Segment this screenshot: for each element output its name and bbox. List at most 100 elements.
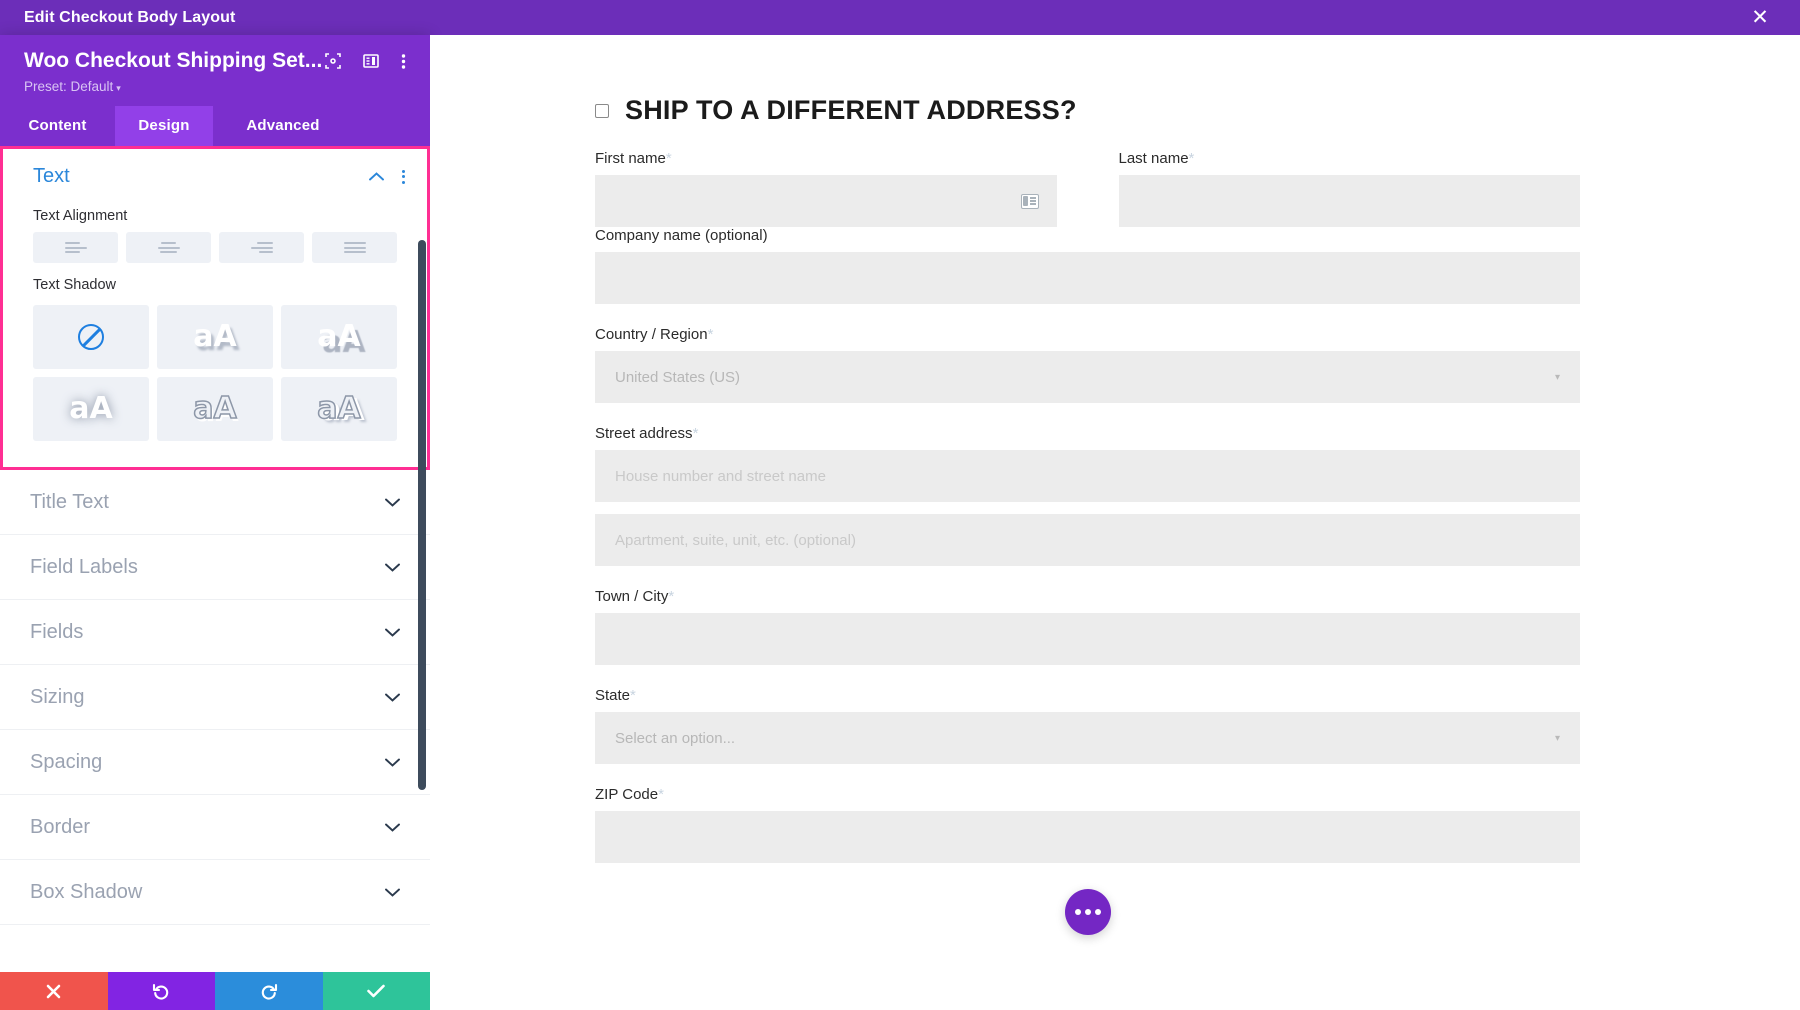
preset-label: Preset: Default	[24, 79, 114, 94]
chevron-down-icon: ▾	[1554, 732, 1560, 744]
required-mark: *	[658, 786, 664, 803]
text-group-header[interactable]: Text	[3, 149, 427, 198]
module-settings-panel: Woo Checkout Shipping Set... Preset: Def…	[0, 35, 430, 1010]
fullscreen-icon[interactable]	[325, 53, 341, 69]
section-label: Title Text	[30, 490, 109, 513]
text-shadow-preset-3[interactable]: aA	[33, 377, 149, 441]
section-title-text[interactable]: Title Text	[0, 470, 430, 535]
text-shadow-preset-none[interactable]	[33, 305, 149, 369]
align-right-icon	[250, 242, 273, 253]
align-left-button[interactable]	[33, 232, 118, 263]
save-changes-button[interactable]	[322, 972, 430, 1010]
text-shadow-label: Text Shadow	[33, 277, 117, 293]
text-shadow-preset-1[interactable]: aA	[157, 305, 273, 369]
name-row: First name* Last name*	[595, 150, 1580, 227]
state-selected-value: Select an option...	[615, 729, 736, 747]
required-mark: *	[668, 588, 675, 605]
first-name-label: First name*	[595, 150, 1057, 167]
first-name-field: First name*	[595, 150, 1057, 227]
shadow-sample-text: aA	[193, 319, 237, 354]
label-text: Country / Region	[595, 326, 708, 343]
text-alignment-options	[3, 232, 427, 267]
panel-scrollbar[interactable]	[418, 240, 426, 790]
section-fields[interactable]: Fields	[0, 600, 430, 665]
city-input[interactable]	[595, 613, 1580, 665]
company-input[interactable]	[595, 252, 1580, 304]
zip-input[interactable]	[595, 811, 1580, 863]
text-shadow-preset-5[interactable]: aA	[281, 377, 397, 441]
section-label: Sizing	[30, 685, 85, 708]
tab-content[interactable]: Content	[0, 106, 115, 146]
text-shadow-preset-2[interactable]: aA	[281, 305, 397, 369]
shadow-sample-text: aA	[69, 391, 113, 426]
align-left-icon	[64, 242, 87, 253]
align-right-button[interactable]	[219, 232, 304, 263]
align-justify-icon	[343, 242, 366, 253]
shadow-sample-text: aA	[317, 319, 361, 354]
contact-card-icon[interactable]	[1020, 193, 1039, 209]
state-label: State*	[595, 687, 1580, 704]
shadow-sample-text: aA	[317, 391, 362, 426]
settings-tabs: Content Design Advanced	[0, 106, 430, 146]
country-select[interactable]: United States (US) ▾	[595, 351, 1580, 403]
chevron-down-icon	[385, 560, 400, 575]
section-sizing[interactable]: Sizing	[0, 665, 430, 730]
undo-button[interactable]	[107, 972, 215, 1010]
first-name-input[interactable]	[595, 175, 1057, 227]
settings-sections-list: Title Text Field Labels Fields Sizing Sp…	[0, 470, 430, 1010]
more-options-icon[interactable]	[401, 53, 406, 70]
tab-advanced[interactable]: Advanced	[213, 106, 353, 146]
section-label: Border	[30, 815, 91, 838]
label-text: Last name	[1118, 150, 1189, 167]
text-group-title: Text	[33, 165, 70, 187]
chevron-down-icon	[385, 820, 400, 835]
ship-to-different-address-checkbox[interactable]	[595, 103, 609, 118]
last-name-label: Last name*	[1119, 150, 1581, 167]
window-title: Edit Checkout Body Layout	[24, 8, 236, 26]
discard-changes-button[interactable]	[0, 972, 108, 1010]
street-address-field: Street address* House number and street …	[595, 425, 1580, 566]
company-label: Company name (optional)	[595, 227, 768, 244]
label-text: Town / City	[595, 588, 669, 605]
street-address-line1-input[interactable]: House number and street name	[595, 450, 1580, 502]
label-text: State	[595, 687, 631, 704]
label-text: First name	[595, 150, 666, 167]
align-center-button[interactable]	[126, 232, 211, 263]
group-options-icon[interactable]	[402, 169, 405, 184]
chevron-down-icon	[385, 885, 400, 900]
zip-field: ZIP Code*	[595, 786, 1580, 863]
required-mark: *	[665, 150, 672, 167]
street-line2-placeholder: Apartment, suite, unit, etc. (optional)	[615, 531, 856, 549]
section-box-shadow[interactable]: Box Shadow	[0, 860, 430, 925]
text-shadow-preset-4[interactable]: aA	[157, 377, 273, 441]
street-address-line2-input[interactable]: Apartment, suite, unit, etc. (optional)	[595, 514, 1580, 566]
text-shadow-options: aA aA aA aA aA	[3, 301, 427, 467]
chevron-down-icon: ▾	[1554, 371, 1560, 383]
last-name-input[interactable]	[1118, 175, 1580, 227]
align-justify-button[interactable]	[312, 232, 397, 263]
redo-button[interactable]	[215, 972, 323, 1010]
section-field-labels[interactable]: Field Labels	[0, 535, 430, 600]
section-label: Field Labels	[30, 555, 138, 578]
page-settings-fab[interactable]	[1064, 889, 1111, 935]
text-alignment-label: Text Alignment	[33, 208, 128, 224]
checkout-preview: SHIP TO A DIFFERENT ADDRESS? First name*…	[430, 35, 1800, 1010]
chevron-down-icon	[385, 755, 400, 770]
state-select[interactable]: Select an option... ▾	[595, 712, 1580, 764]
module-title: Woo Checkout Shipping Set...	[24, 49, 323, 72]
tab-design[interactable]: Design	[115, 106, 213, 146]
chevron-down-icon	[385, 495, 400, 510]
section-border[interactable]: Border	[0, 795, 430, 860]
panel-header: Woo Checkout Shipping Set... Preset: Def…	[0, 35, 430, 106]
chevron-down-icon	[385, 690, 400, 705]
country-selected-value: United States (US)	[615, 368, 741, 386]
layout-panel-icon[interactable]	[363, 53, 379, 69]
section-label: Spacing	[30, 750, 103, 773]
close-icon[interactable]: ✕	[1740, 0, 1780, 35]
preset-selector[interactable]: Preset: Default ▾	[24, 79, 410, 94]
chevron-down-icon: ▾	[116, 83, 121, 93]
state-field: State* Select an option... ▾	[595, 687, 1580, 764]
section-spacing[interactable]: Spacing	[0, 730, 430, 795]
section-label: Box Shadow	[30, 880, 143, 903]
chevron-up-icon[interactable]	[369, 169, 384, 184]
